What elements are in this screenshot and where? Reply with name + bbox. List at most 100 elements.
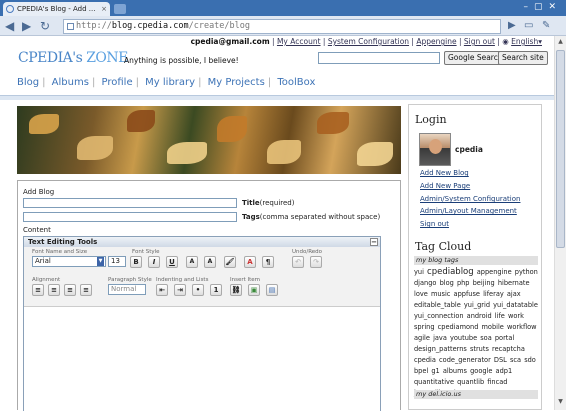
tag-link[interactable]: quantitative [414,378,454,386]
tag-link[interactable]: yui_datatable [493,301,538,309]
tag-link[interactable]: g1 [431,367,439,375]
tag-link[interactable]: work [508,312,524,320]
tag-link[interactable]: python [515,268,538,276]
tag-link[interactable]: bpel [414,367,428,375]
tag-link[interactable]: workflow [507,323,537,331]
site-logo[interactable]: CPEDIA's ZONE [18,50,128,66]
tag-link[interactable]: fincad [487,378,507,386]
font-size-input[interactable]: 13 [108,256,126,267]
sidebar-sign-out-link[interactable]: Sign out [420,220,449,228]
redo-icon[interactable]: ↷ [310,256,322,268]
insert-link-icon[interactable]: ⛓ [230,284,242,296]
tag-link[interactable]: cpediablog [427,267,474,277]
subscript-button[interactable]: A [186,256,198,268]
forward-icon[interactable]: ▶ [22,18,31,34]
nav-my-projects[interactable]: My Projects [205,77,268,88]
insert-image-icon[interactable]: ▣ [248,284,260,296]
address-bar[interactable]: http://blog.cpedia.com/create/blog [63,19,501,34]
tags-input[interactable] [23,212,237,222]
bullet-list-icon[interactable]: • [192,284,204,296]
editor-content-area[interactable] [24,308,380,412]
browser-tab[interactable]: CPEDIA's Blog - Add ... × [3,2,110,16]
window-controls[interactable]: –▢✕ [523,2,562,12]
new-tab-button[interactable] [114,4,126,14]
tag-link[interactable]: music [431,290,451,298]
tag-link[interactable]: struts [470,345,489,353]
add-new-page-link[interactable]: Add New Page [420,182,470,190]
tag-link[interactable]: quantlib [457,378,484,386]
font-color-button[interactable]: A [244,256,256,268]
admin-system-config-link[interactable]: Admin/System Configuration [420,195,520,203]
tag-link[interactable]: beijing [473,279,495,287]
tag-link[interactable]: google [470,367,492,375]
tag-link[interactable]: life [495,312,505,320]
tag-link[interactable]: appengine [477,268,512,276]
go-icon[interactable]: ▶ [508,18,516,34]
nav-blog[interactable]: Blog [14,77,42,88]
tag-link[interactable]: php [457,279,470,287]
title-input[interactable] [23,198,237,208]
scroll-down-icon[interactable]: ▼ [556,398,565,408]
tag-link[interactable]: ajax [507,290,521,298]
tag-link[interactable]: yui_connection [414,312,464,320]
tag-link[interactable]: code_generator [439,356,491,364]
align-left-icon[interactable]: ≡ [32,284,44,296]
tag-link[interactable]: soa [480,334,492,342]
back-icon[interactable]: ◀ [5,18,14,34]
tag-link[interactable]: recaptcha [492,345,525,353]
nav-toolbox[interactable]: ToolBox [274,77,318,88]
tag-link[interactable]: adp1 [496,367,513,375]
close-tab-icon[interactable]: × [101,2,107,16]
tag-link[interactable]: liferay [483,290,504,298]
tag-link[interactable]: spring [414,323,435,331]
tag-link[interactable]: yui [414,268,424,276]
underline-button[interactable]: U [166,256,178,268]
tag-link[interactable]: editable_table [414,301,461,309]
nav-albums[interactable]: Albums [49,77,92,88]
admin-layout-link[interactable]: Admin/Layout Management [420,207,517,215]
tag-link[interactable]: cpedia [414,356,436,364]
tag-link[interactable]: yui_grid [464,301,490,309]
tag-link[interactable]: hibernate [498,279,530,287]
tag-link[interactable]: django [414,279,436,287]
tools-menu-icon[interactable]: ✎ [542,18,550,34]
outdent-icon[interactable]: ⇤ [156,284,168,296]
collapse-editor-button[interactable]: − [370,238,378,246]
tag-link[interactable]: blog [440,279,454,287]
paragraph-mark-button[interactable]: ¶ [262,256,274,268]
scrollbar-thumb[interactable] [556,50,565,248]
page-menu-icon[interactable]: ▭ [524,18,533,34]
reload-icon[interactable]: ↻ [40,18,50,34]
align-justify-icon[interactable]: ≡ [80,284,92,296]
nav-my-library[interactable]: My library [142,77,198,88]
appengine-link[interactable]: Appengine [416,37,456,46]
insert-media-icon[interactable]: ▤ [266,284,278,296]
sign-out-link[interactable]: Sign out [464,37,495,46]
tag-link[interactable]: android [467,312,492,320]
superscript-button[interactable]: A [204,256,216,268]
tag-link[interactable]: portal [495,334,514,342]
tag-link[interactable]: appfuse [454,290,480,298]
undo-icon[interactable]: ↶ [292,256,304,268]
search-input[interactable] [318,52,440,64]
tag-link[interactable]: cpediamond [438,323,479,331]
tag-link[interactable]: albums [443,367,467,375]
align-right-icon[interactable]: ≡ [64,284,76,296]
scroll-up-icon[interactable]: ▲ [556,38,565,48]
my-account-link[interactable]: My Account [277,37,321,46]
italic-button[interactable]: I [148,256,160,268]
tag-link[interactable]: love [414,290,428,298]
tag-link[interactable]: design_patterns [414,345,467,353]
search-site-button[interactable]: Search site [498,51,548,65]
numbered-list-icon[interactable]: 1 [210,284,222,296]
tag-link[interactable]: sdo [524,356,536,364]
bold-button[interactable]: B [130,256,142,268]
tag-link[interactable]: agile [414,334,430,342]
page-scrollbar[interactable]: ▲ ▼ [554,36,566,410]
align-center-icon[interactable]: ≡ [48,284,60,296]
add-new-blog-link[interactable]: Add New Blog [420,169,469,177]
language-select[interactable]: English▾ [511,37,542,46]
indent-icon[interactable]: ⇥ [174,284,186,296]
tag-link[interactable]: mobile [482,323,504,331]
tag-link[interactable]: java [433,334,447,342]
